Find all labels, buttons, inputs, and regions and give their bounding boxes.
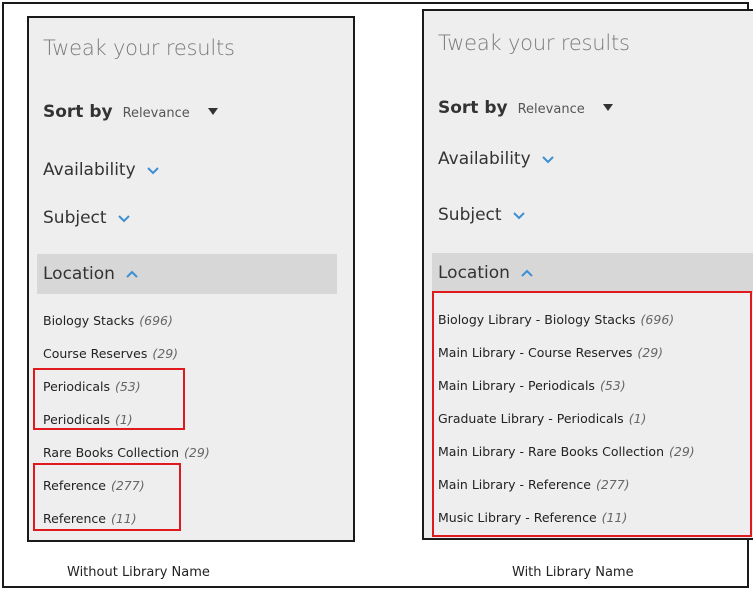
- facet-availability[interactable]: Availability: [438, 149, 555, 169]
- facet-label: Availability: [438, 149, 531, 169]
- caption-with-library: With Library Name: [512, 565, 634, 580]
- highlight-box-locations: [432, 291, 752, 537]
- location-count: (29): [152, 346, 179, 361]
- sort-label: Sort by: [43, 102, 113, 122]
- chevron-up-icon[interactable]: [125, 267, 139, 281]
- facet-availability[interactable]: Availability: [43, 160, 160, 180]
- facet-location-header[interactable]: Location: [432, 253, 753, 293]
- caret-down-icon[interactable]: [207, 108, 218, 115]
- highlight-box-reference: [33, 463, 181, 531]
- facet-subject[interactable]: Subject: [43, 208, 131, 228]
- location-name: Biology Stacks: [43, 313, 135, 328]
- facet-label: Subject: [43, 208, 107, 228]
- facet-location-header[interactable]: Location: [37, 254, 337, 294]
- panel-title: Tweak your results: [438, 31, 630, 55]
- location-name: Course Reserves: [43, 346, 148, 361]
- facet-panel-without-library: Tweak your results Sort by Relevance Ava…: [27, 16, 355, 542]
- caret-down-icon[interactable]: [602, 104, 613, 111]
- chevron-down-icon[interactable]: [146, 163, 160, 177]
- location-count: (696): [139, 313, 173, 328]
- panel-title: Tweak your results: [43, 36, 235, 60]
- facet-label: Location: [438, 263, 510, 283]
- facet-subject[interactable]: Subject: [438, 205, 526, 225]
- location-item[interactable]: Biology Stacks (696): [43, 304, 210, 337]
- facet-panel-with-library: Tweak your results Sort by Relevance Ava…: [422, 9, 753, 540]
- comparison-figure: Tweak your results Sort by Relevance Ava…: [2, 2, 753, 588]
- chevron-up-icon[interactable]: [520, 266, 534, 280]
- sort-control[interactable]: Sort by Relevance: [438, 98, 613, 118]
- location-item[interactable]: Course Reserves (29): [43, 337, 210, 370]
- chevron-down-icon[interactable]: [117, 211, 131, 225]
- highlight-box-periodicals: [33, 368, 185, 430]
- sort-label: Sort by: [438, 98, 508, 118]
- chevron-down-icon[interactable]: [541, 152, 555, 166]
- facet-label: Location: [43, 264, 115, 284]
- chevron-down-icon[interactable]: [512, 208, 526, 222]
- sort-value[interactable]: Relevance: [123, 106, 190, 121]
- sort-control[interactable]: Sort by Relevance: [43, 102, 218, 122]
- sort-value[interactable]: Relevance: [518, 102, 585, 117]
- facet-label: Availability: [43, 160, 136, 180]
- facet-label: Subject: [438, 205, 502, 225]
- location-name: Rare Books Collection: [43, 445, 180, 460]
- location-count: (29): [184, 445, 210, 460]
- caption-without-library: Without Library Name: [67, 565, 210, 580]
